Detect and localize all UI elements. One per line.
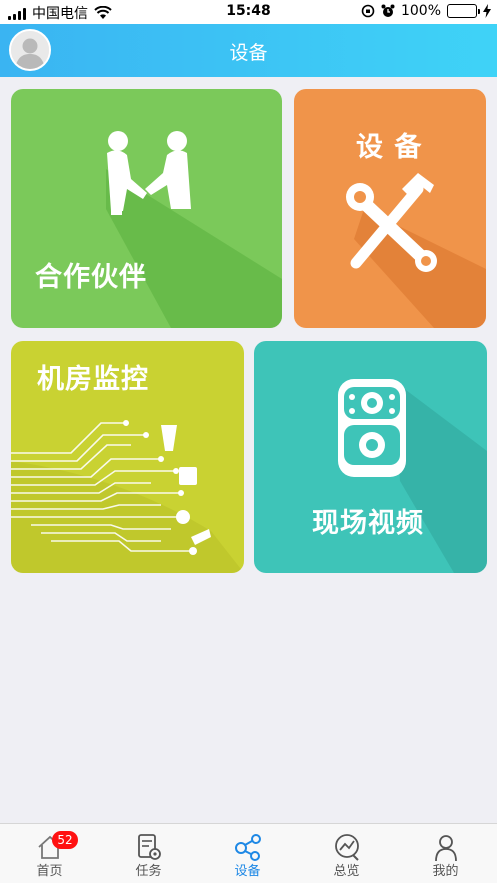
room-monitor-tile[interactable]: 机房监控 (11, 341, 244, 573)
task-icon (138, 834, 161, 860)
app-header: 设备 (0, 24, 497, 77)
tab-device-label: 设备 (234, 864, 261, 879)
partners-tile[interactable]: 合作伙伴 (11, 89, 282, 328)
bottom-tab-bar: 52 首页 任务 设备 总览 我的 (0, 823, 497, 883)
home-badge: 52 (52, 831, 78, 849)
tab-task-label: 任务 (135, 864, 162, 879)
device-share-icon (235, 834, 261, 861)
room-monitor-label: 机房监控 (37, 364, 149, 395)
battery-icon (447, 4, 480, 18)
page-title: 设备 (229, 42, 268, 64)
partners-label: 合作伙伴 (35, 262, 147, 293)
tab-overview[interactable]: 总览 (297, 824, 396, 883)
profile-icon (435, 835, 457, 862)
status-bar: 中国电信 15:48 100% (0, 0, 497, 24)
tab-home-label: 首页 (36, 864, 63, 879)
overview-chart-icon (335, 834, 359, 861)
battery-percent: 100% (400, 3, 441, 19)
tab-task[interactable]: 任务 (99, 824, 198, 883)
tab-profile[interactable]: 我的 (396, 824, 495, 883)
tab-profile-label: 我的 (432, 864, 459, 879)
alarm-icon (381, 4, 395, 17)
device-tile[interactable]: 设 备 (294, 89, 486, 328)
field-video-tile[interactable]: 现场视频 (254, 341, 487, 573)
tab-device[interactable]: 设备 (198, 824, 297, 883)
field-video-label: 现场视频 (312, 508, 424, 539)
tab-home[interactable]: 52 首页 (0, 824, 99, 883)
tab-overview-label: 总览 (333, 864, 360, 879)
orientation-lock-icon (361, 4, 375, 18)
status-right: 100% (361, 3, 491, 19)
charging-icon (483, 4, 491, 18)
device-label: 设 备 (356, 132, 423, 163)
